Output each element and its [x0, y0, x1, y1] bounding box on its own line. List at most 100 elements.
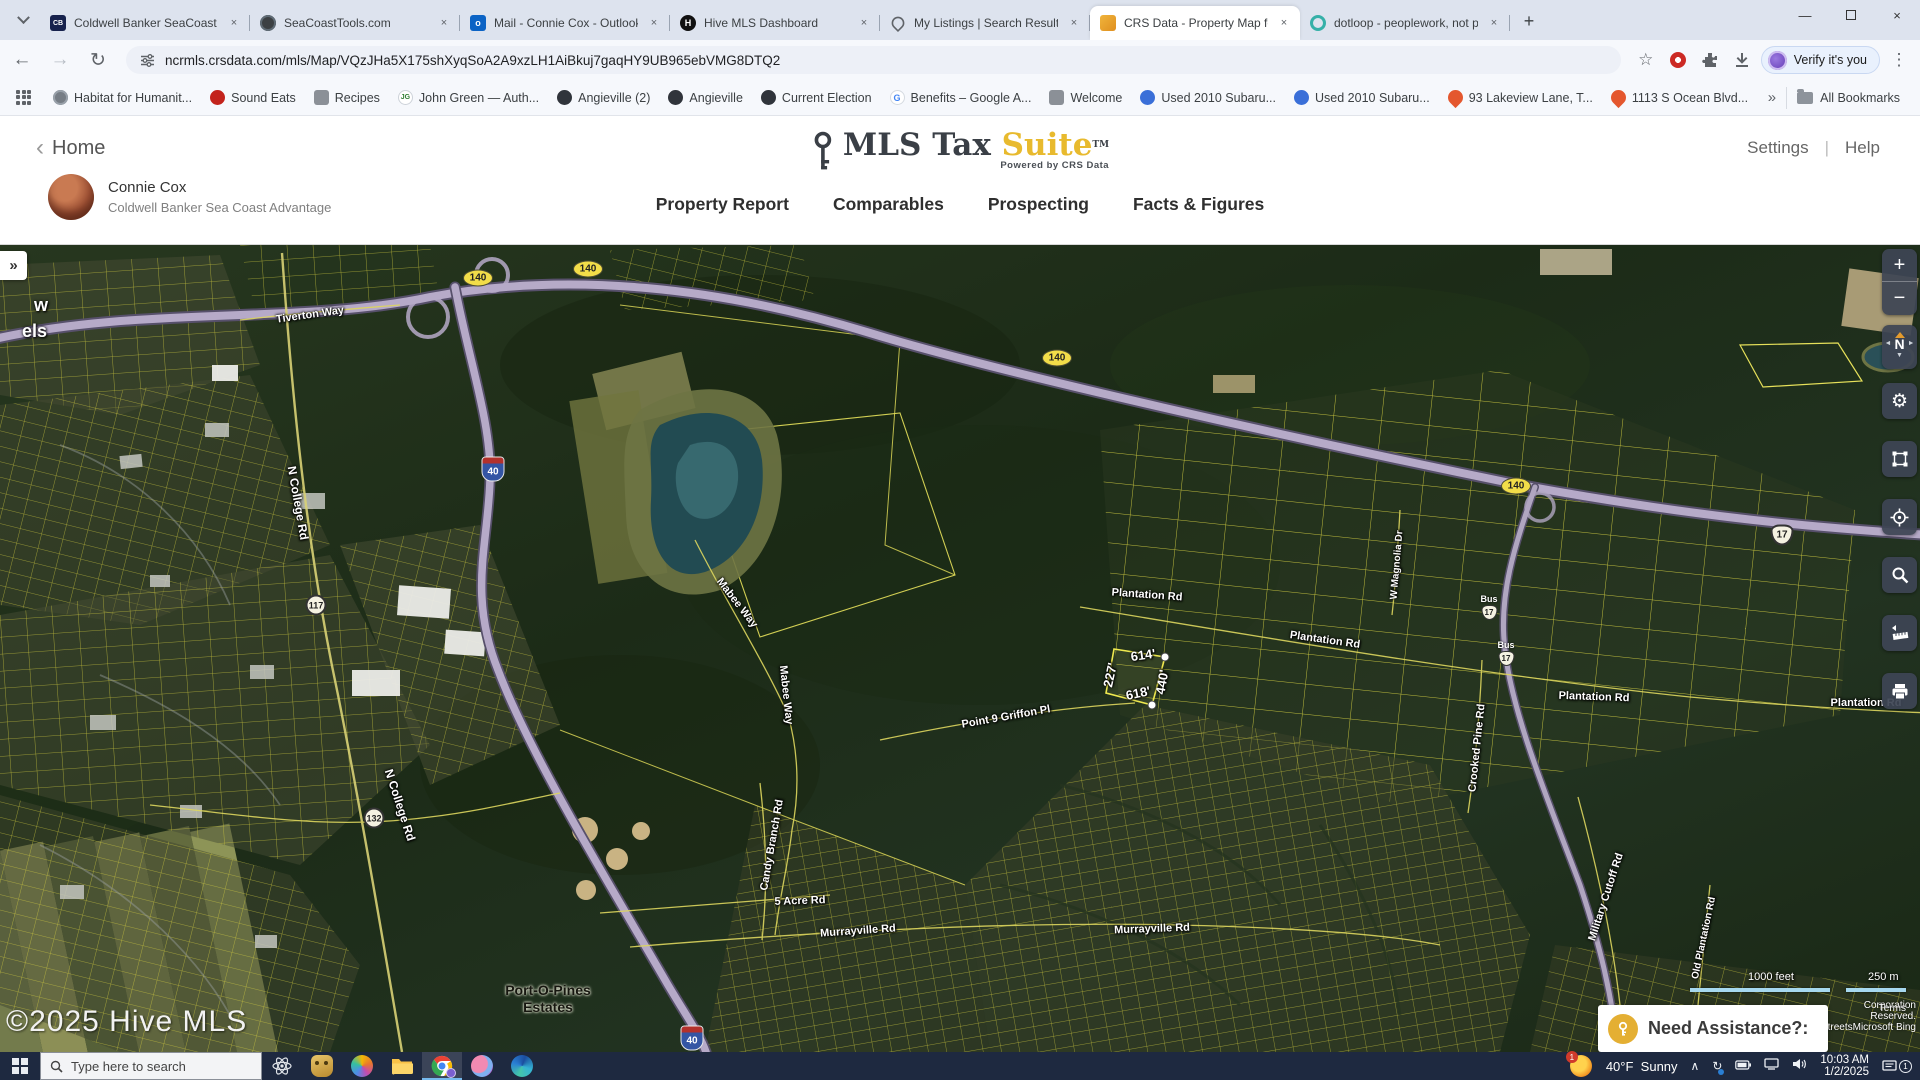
tray-volume-icon[interactable] — [1792, 1057, 1807, 1075]
weather-temp[interactable]: 40°F Sunny — [1606, 1059, 1678, 1074]
bookmark-item[interactable]: Welcome — [1042, 86, 1129, 109]
taskbar-app-atom[interactable] — [262, 1052, 302, 1080]
forward-button[interactable]: → — [44, 44, 76, 76]
all-bookmarks-button[interactable]: All Bookmarks — [1786, 87, 1910, 109]
logo-tm: TM — [1092, 140, 1109, 150]
taskbar-clock[interactable]: 10:03 AM 1/2/2025 — [1820, 1054, 1869, 1079]
tab-close-icon[interactable]: × — [1276, 15, 1292, 31]
tray-battery-icon[interactable] — [1735, 1057, 1751, 1075]
key-icon — [1608, 1014, 1638, 1044]
bookmark-item[interactable]: Used 2010 Subaru... — [1287, 86, 1437, 109]
taskbar-app-chrome[interactable] — [422, 1052, 462, 1080]
nav-item-comparables[interactable]: Comparables — [833, 194, 944, 215]
terms-link[interactable]: Terms — [1879, 1003, 1906, 1014]
taskbar-app-edge[interactable] — [502, 1052, 542, 1080]
zoom-search-button[interactable] — [1882, 557, 1917, 593]
dark-favicon-icon — [761, 90, 776, 105]
bookmark-item[interactable]: Current Election — [754, 86, 879, 109]
bookmark-item[interactable]: Habitat for Humanit... — [46, 86, 199, 109]
weather-widget[interactable]: 1 — [1569, 1054, 1593, 1078]
browser-tab[interactable]: CRS Data - Property Map for× — [1090, 6, 1300, 40]
bookmark-item[interactable]: 93 Lakeview Lane, T... — [1441, 86, 1600, 109]
url-bar[interactable]: ncrmls.crsdata.com/mls/Map/VQzJHa5X175sh… — [126, 46, 1621, 74]
bookmark-item[interactable]: Recipes — [307, 86, 387, 109]
taskbar-app-copilot[interactable] — [342, 1052, 382, 1080]
start-button[interactable] — [0, 1052, 40, 1080]
tray-sync-icon[interactable]: ↻ — [1712, 1057, 1722, 1075]
zoom-in-button[interactable]: + — [1882, 249, 1917, 282]
tab-label: SeaCoastTools.com — [284, 16, 428, 30]
nav-item-facts-figures[interactable]: Facts & Figures — [1133, 194, 1264, 215]
nav-item-property-report[interactable]: Property Report — [656, 194, 789, 215]
bookmark-item[interactable]: GBenefits – Google A... — [883, 86, 1039, 109]
reload-button[interactable]: ↻ — [82, 44, 114, 76]
tab-close-icon[interactable]: × — [646, 15, 662, 31]
browser-tab[interactable]: oMail - Connie Cox - Outlook× — [460, 6, 670, 40]
map-settings-button[interactable]: ⚙ — [1882, 383, 1917, 419]
zoom-out-button[interactable]: − — [1882, 282, 1917, 315]
browser-tab[interactable]: CBColdwell Banker SeaCoast Adva× — [40, 6, 250, 40]
browser-menu-icon[interactable]: ⋮ — [1886, 47, 1912, 73]
bookmark-item[interactable]: Angieville (2) — [550, 86, 657, 109]
bookmark-item[interactable]: Used 2010 Subaru... — [1133, 86, 1283, 109]
tab-search-button[interactable] — [6, 3, 40, 37]
browser-tab[interactable]: dotloop - peoplework, not pap× — [1300, 6, 1510, 40]
arrow-right-icon[interactable]: ► — [1908, 338, 1915, 350]
mls-tax-suite-logo[interactable]: MLS Tax SuiteTM Powered by CRS Data — [811, 128, 1109, 173]
windows-logo-icon — [12, 1058, 28, 1074]
download-icon[interactable] — [1729, 47, 1755, 73]
bookmark-label: Angieville — [689, 91, 743, 105]
arrow-left-icon[interactable]: ◄ — [1885, 338, 1892, 350]
minimize-button[interactable]: — — [1782, 0, 1828, 30]
need-assistance-button[interactable]: Need Assistance?: — [1598, 1005, 1828, 1052]
browser-tab[interactable]: SeaCoastTools.com × — [250, 6, 460, 40]
bookmark-item[interactable]: 1113 S Ocean Blvd... — [1604, 86, 1755, 109]
close-button[interactable]: × — [1874, 0, 1920, 30]
home-link[interactable]: ‹ Home — [36, 134, 105, 162]
verify-profile-button[interactable]: Verify it's you — [1761, 46, 1880, 74]
taskbar-search[interactable]: Type here to search — [40, 1052, 262, 1080]
print-button[interactable] — [1882, 673, 1917, 709]
notification-center[interactable]: 1 — [1882, 1060, 1912, 1073]
header-links: Settings | Help — [1747, 138, 1880, 158]
browser-tab[interactable]: HHive MLS Dashboard× — [670, 6, 880, 40]
taskbar-app-file-explorer[interactable] — [382, 1052, 422, 1080]
tray-chevron-up-icon[interactable]: ∧ — [1691, 1059, 1700, 1073]
adblock-extension-icon[interactable] — [1665, 47, 1691, 73]
browser-tab[interactable]: My Listings | Search Results | fle× — [880, 6, 1090, 40]
panel-expand-button[interactable]: » — [0, 251, 27, 280]
tab-close-icon[interactable]: × — [226, 15, 242, 31]
locate-button[interactable] — [1882, 499, 1917, 535]
maximize-button[interactable] — [1828, 0, 1874, 30]
tray-network-icon[interactable] — [1764, 1057, 1779, 1075]
tab-close-icon[interactable]: × — [1066, 15, 1082, 31]
compass-control[interactable]: ◄N► ▼ — [1882, 325, 1917, 369]
arrow-down-icon[interactable]: ▼ — [1896, 350, 1903, 362]
extensions-puzzle-icon[interactable] — [1697, 47, 1723, 73]
bookmark-star-icon[interactable]: ☆ — [1633, 47, 1659, 73]
nav-item-prospecting[interactable]: Prospecting — [988, 194, 1089, 215]
bookmarks-overflow-button[interactable]: » — [1758, 89, 1786, 106]
notification-icon — [1882, 1060, 1897, 1073]
new-tab-button[interactable]: + — [1514, 6, 1544, 36]
settings-link[interactable]: Settings — [1747, 138, 1808, 158]
tab-close-icon[interactable]: × — [436, 15, 452, 31]
chevron-left-icon: ‹ — [36, 134, 44, 162]
chevron-down-icon — [17, 11, 30, 24]
apps-grid-icon[interactable] — [16, 90, 32, 106]
bookmark-item[interactable]: Sound Eats — [203, 86, 303, 109]
select-area-button[interactable] — [1882, 441, 1917, 477]
back-button[interactable]: ← — [6, 44, 38, 76]
tab-close-icon[interactable]: × — [856, 15, 872, 31]
bookmark-label: Angieville (2) — [578, 91, 650, 105]
map-canvas[interactable]: Tiverton WayN College RdN College RdMabe… — [0, 245, 1920, 1052]
desktop: CBColdwell Banker SeaCoast Adva×SeaCoast… — [0, 0, 1920, 1080]
bookmark-item[interactable]: JGJohn Green — Auth... — [391, 86, 546, 109]
taskbar-app-assistant[interactable] — [302, 1052, 342, 1080]
tab-close-icon[interactable]: × — [1486, 15, 1502, 31]
bookmark-item[interactable]: Angieville — [661, 86, 750, 109]
measure-button[interactable] — [1882, 615, 1917, 651]
site-controls-icon[interactable] — [140, 53, 155, 68]
taskbar-app-photos[interactable] — [462, 1052, 502, 1080]
help-link[interactable]: Help — [1845, 138, 1880, 158]
